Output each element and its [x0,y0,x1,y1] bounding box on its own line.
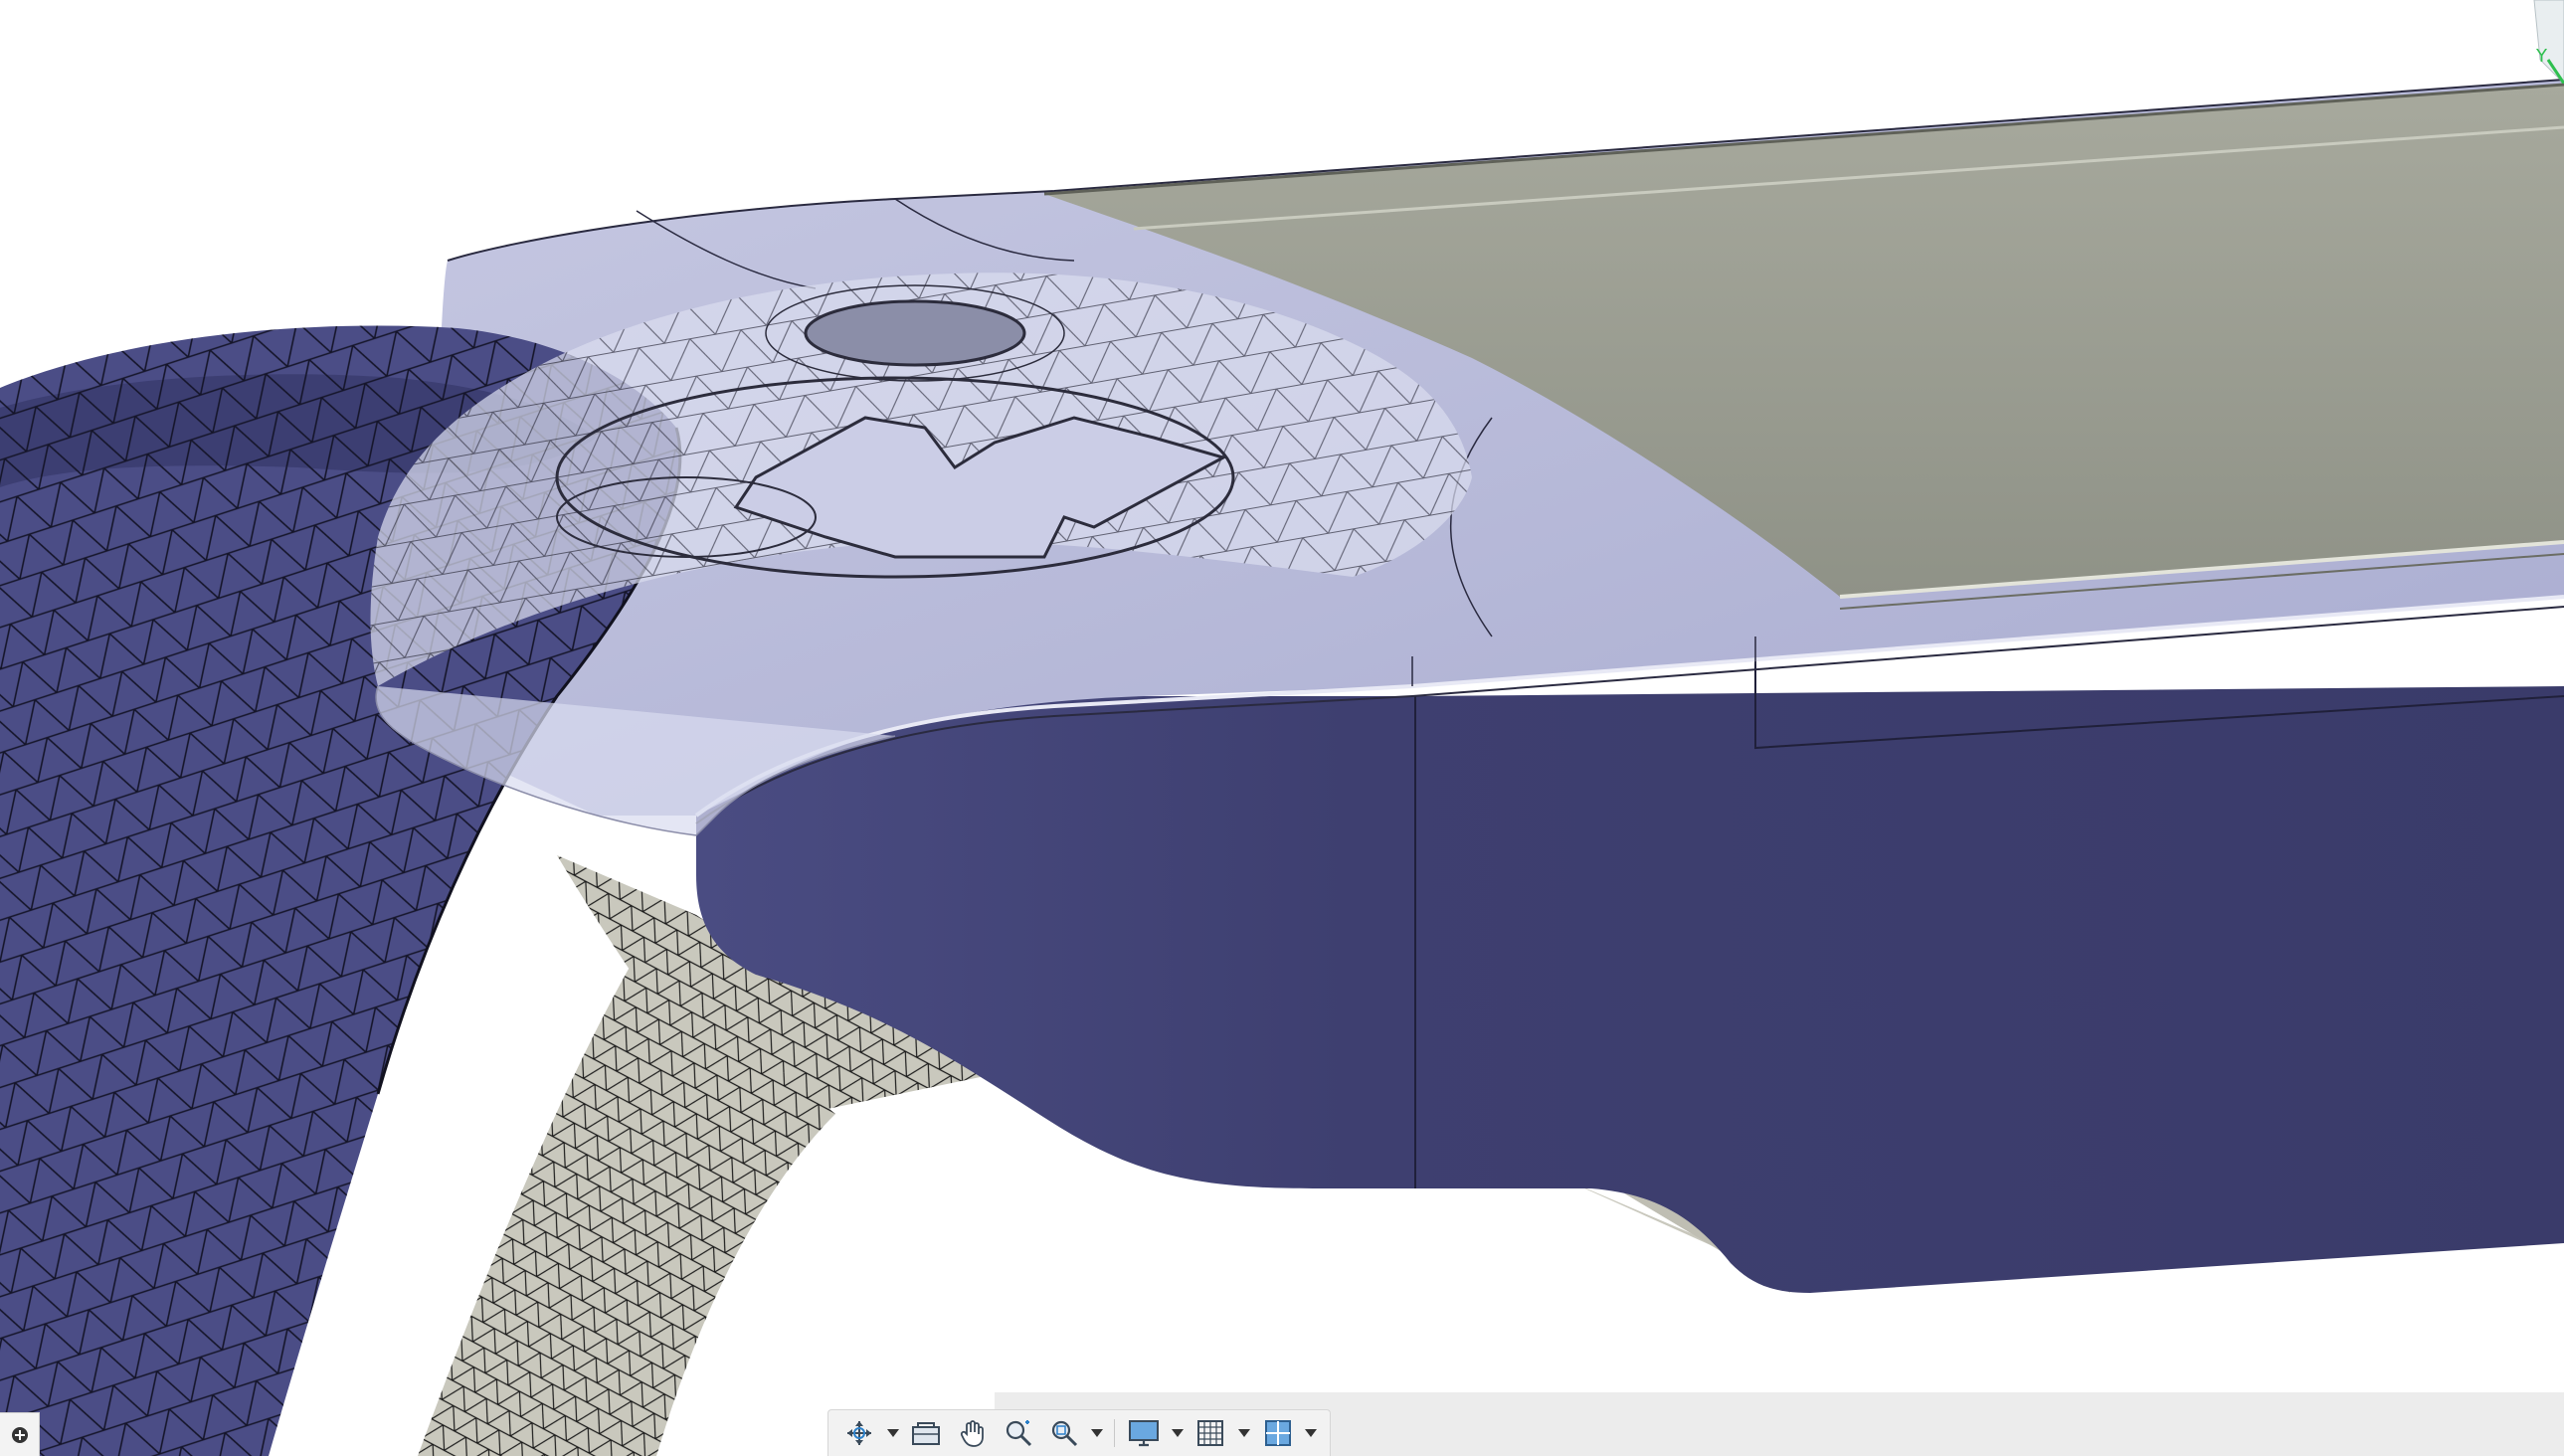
fit-icon [1051,1420,1077,1447]
add-view-button[interactable] [0,1412,40,1456]
viewports-icon [1264,1420,1291,1446]
look-at-icon [912,1422,941,1445]
grid-snap-dropdown[interactable] [1235,1414,1252,1452]
orbit-icon [847,1421,872,1445]
fit-dropdown[interactable] [1089,1414,1106,1452]
display-settings-button[interactable] [1123,1414,1165,1452]
pan-icon [960,1420,984,1447]
fit-button[interactable] [1043,1414,1085,1452]
orbit-dropdown[interactable] [884,1414,901,1452]
viewcube[interactable]: Y [2528,0,2564,85]
display-settings-icon [1129,1420,1160,1447]
grid-snap-button[interactable] [1190,1414,1231,1452]
chevron-down-icon [886,1429,899,1437]
pan-button[interactable] [951,1414,993,1452]
viewports-dropdown[interactable] [1303,1414,1320,1452]
navigation-toolbar [827,1409,1331,1456]
blue-body-side [696,637,2564,1293]
zoom-button[interactable] [998,1414,1039,1452]
plus-circle-icon [11,1426,28,1443]
chevron-down-icon [1171,1429,1184,1437]
chevron-down-icon [1238,1429,1251,1437]
grid-snap-icon [1197,1420,1224,1446]
viewcube-axis-label: Y [2535,46,2548,67]
3d-canvas[interactable] [0,0,2564,1456]
viewports-button[interactable] [1257,1414,1299,1452]
chevron-down-icon [1091,1429,1104,1437]
toolbar-divider [1114,1419,1115,1447]
zoom-icon [1006,1420,1031,1447]
chevron-down-icon [1305,1429,1318,1437]
display-settings-dropdown[interactable] [1169,1414,1186,1452]
look-at-button[interactable] [905,1414,947,1452]
orbit-button[interactable] [838,1414,880,1452]
